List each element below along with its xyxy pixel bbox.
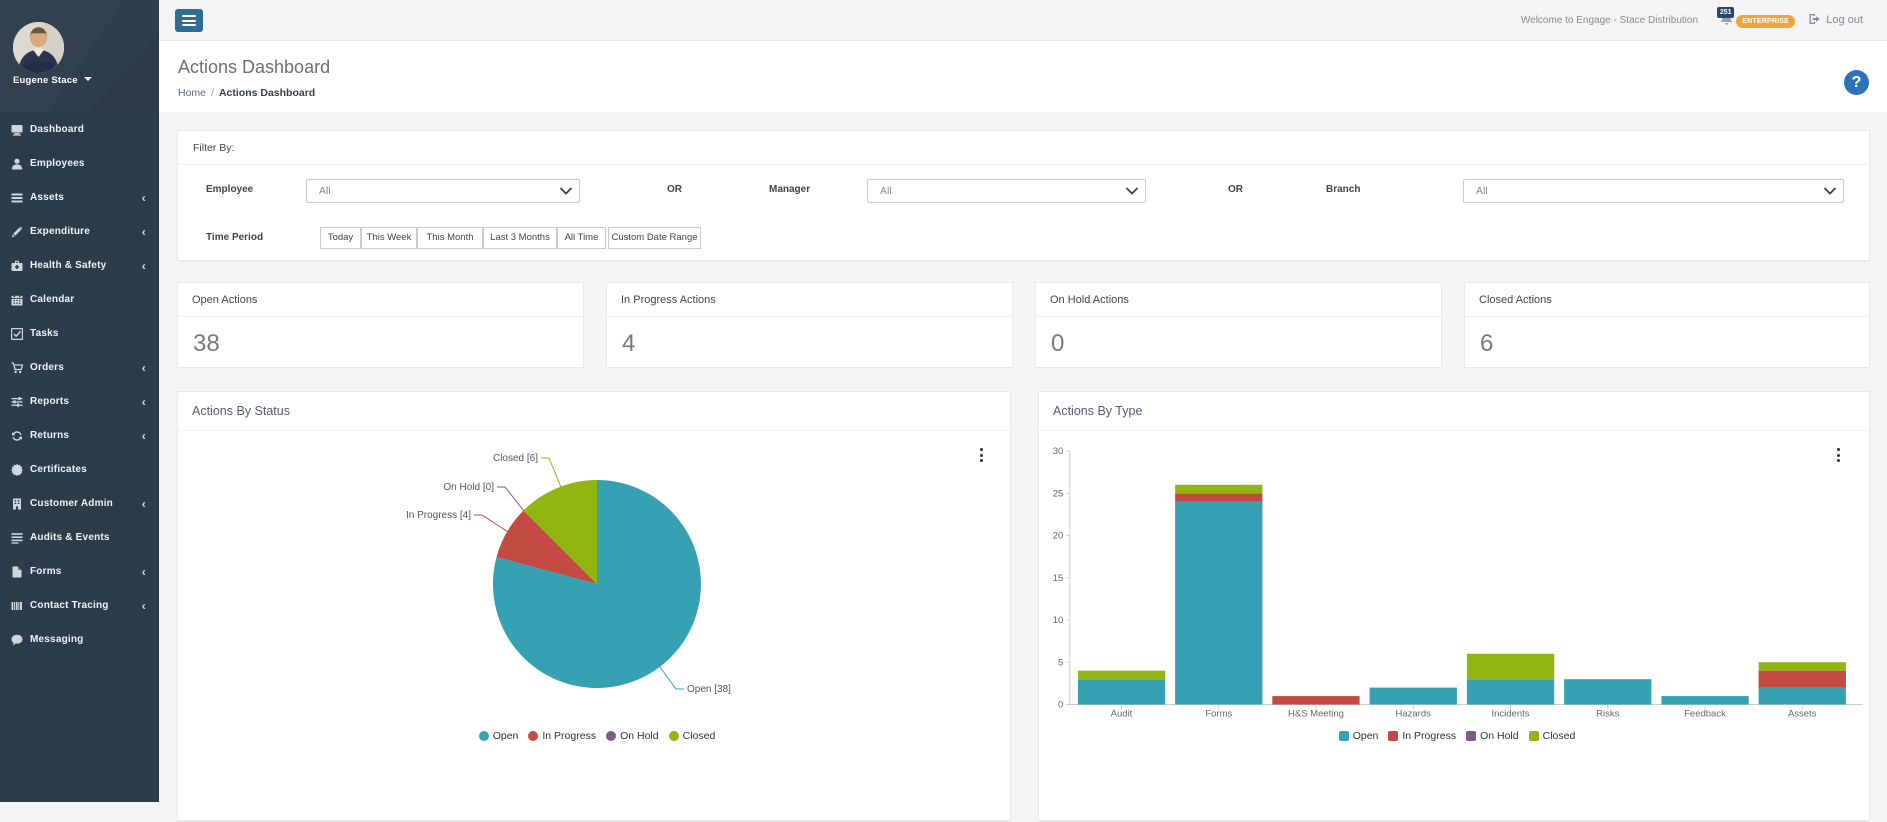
svg-text:25: 25 [1053,489,1064,500]
svg-text:Hazards: Hazards [1396,709,1432,720]
svg-text:In Progress [4]: In Progress [4] [406,510,471,521]
svg-text:Assets: Assets [1788,709,1817,720]
svg-text:30: 30 [1053,446,1064,457]
svg-text:Risks: Risks [1596,709,1619,720]
svg-text:On Hold [0]: On Hold [0] [443,482,494,493]
svg-text:5: 5 [1058,657,1063,668]
svg-text:10: 10 [1053,615,1064,626]
svg-text:15: 15 [1053,573,1064,584]
svg-text:Open [38]: Open [38] [687,684,731,695]
svg-text:20: 20 [1053,531,1064,542]
svg-text:H&S Meeting: H&S Meeting [1288,709,1344,720]
svg-text:Feedback: Feedback [1684,709,1726,720]
svg-text:Closed [6]: Closed [6] [493,453,538,464]
svg-text:Forms: Forms [1205,709,1232,720]
svg-text:Incidents: Incidents [1491,709,1529,720]
svg-text:Audit: Audit [1111,709,1133,720]
svg-text:0: 0 [1058,700,1063,711]
